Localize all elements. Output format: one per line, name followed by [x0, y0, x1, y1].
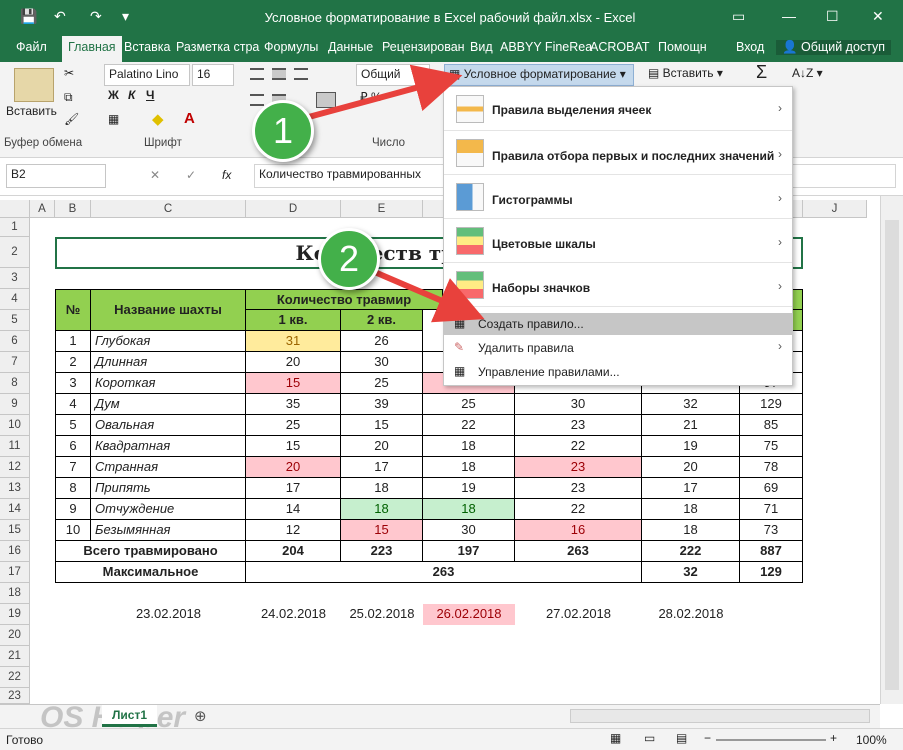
zoom-out-button[interactable]: −: [704, 731, 711, 745]
add-sheet-button[interactable]: ⊕: [194, 707, 207, 725]
zoom-slider[interactable]: [716, 739, 826, 741]
arrow-to-conditional-formatting: [304, 64, 463, 121]
step-2-badge: 2: [318, 228, 380, 290]
zoom-in-button[interactable]: +: [830, 731, 837, 745]
horizontal-scrollbar[interactable]: [570, 709, 870, 723]
sheet-tab-bar: OS Helper Лист1 ⊕: [0, 701, 880, 734]
sheet-tab-list1[interactable]: Лист1: [102, 705, 158, 727]
normal-view-icon[interactable]: ▦: [610, 731, 621, 745]
page-layout-view-icon[interactable]: ▭: [644, 731, 655, 745]
annotation-arrows: [304, 64, 485, 323]
status-ready: Готово: [6, 733, 44, 747]
arrow-to-new-rule: [368, 267, 485, 323]
zoom-level[interactable]: 100%: [856, 733, 887, 747]
status-bar: Готово ▦ ▭ ▤ − + 100%: [0, 728, 903, 750]
step-1-badge: 1: [252, 100, 314, 162]
page-break-view-icon[interactable]: ▤: [676, 731, 687, 745]
